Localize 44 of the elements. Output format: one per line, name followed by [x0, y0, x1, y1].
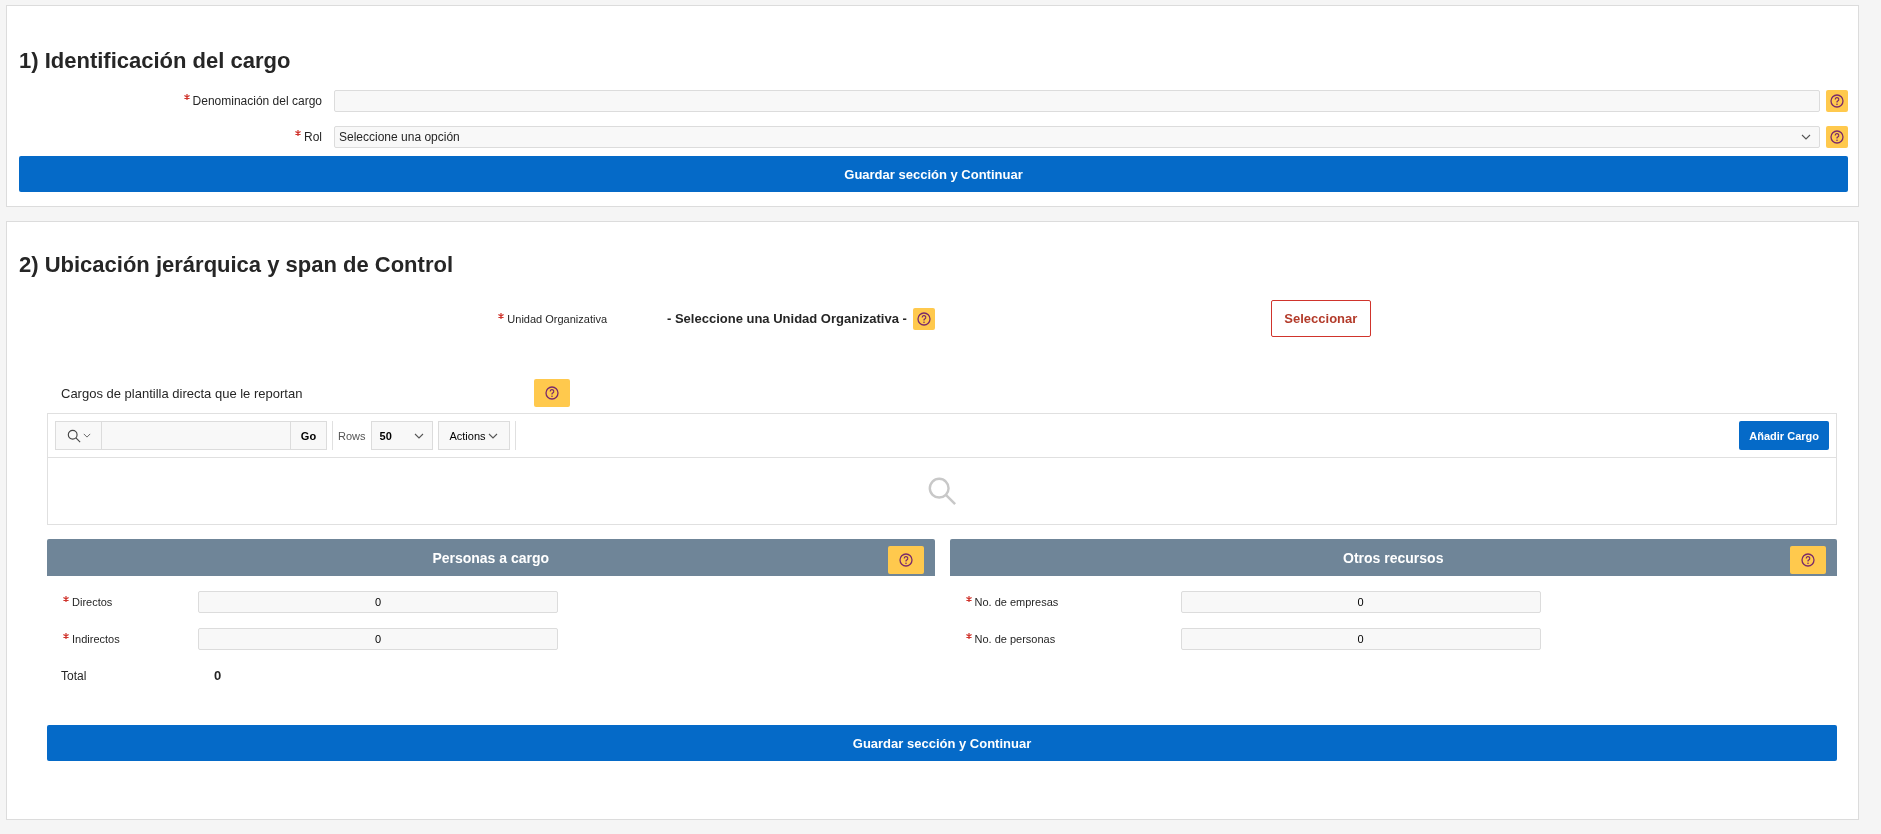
section-title: 1) Identificación del cargo: [19, 48, 292, 74]
help-button[interactable]: [887, 546, 924, 574]
field-label: Indirectos: [72, 633, 120, 645]
role-select[interactable]: Seleccione una opción: [334, 126, 1820, 148]
rows-label: Rows: [338, 429, 366, 442]
number-field[interactable]: 0: [1180, 591, 1541, 613]
add-button[interactable]: Añadir Cargo: [1739, 421, 1829, 450]
help-icon: [1801, 553, 1815, 567]
number-field[interactable]: 0: [198, 628, 558, 650]
help-icon: [545, 386, 559, 400]
total-label: Total: [61, 668, 88, 683]
unit-value: - Seleccione una Unidad Organizativa -: [667, 311, 907, 326]
rows-select[interactable]: 50: [370, 421, 433, 450]
save-continue-button[interactable]: Guardar sección y Continuar: [19, 156, 1848, 192]
help-icon: [1830, 94, 1844, 108]
help-icon: [1830, 130, 1844, 144]
chevron-down-icon: [1801, 134, 1811, 140]
help-button[interactable]: [1826, 126, 1848, 148]
chevron-down-icon: [413, 432, 424, 439]
total-value: 0: [214, 668, 222, 683]
section-title: 2) Ubicación jerárquica y span de Control: [19, 252, 454, 278]
help-icon: [898, 553, 913, 567]
chevron-down-icon: [487, 432, 498, 439]
report-label: Cargos de plantilla directa que le reportan: [61, 385, 304, 401]
field-label: Denominación del cargo: [192, 94, 322, 108]
number-field[interactable]: 0: [198, 591, 558, 613]
field-label: Directos: [72, 596, 113, 608]
help-button[interactable]: [1790, 546, 1826, 574]
field-label: Rol: [304, 130, 322, 144]
field-label: No. de personas: [974, 633, 1056, 645]
panel-title: Otros recursos: [1343, 549, 1444, 566]
input-field[interactable]: [334, 90, 1820, 112]
save-continue-button[interactable]: Guardar sección y Continuar: [47, 725, 1837, 761]
help-button[interactable]: [912, 307, 935, 330]
field-label: No. de empresas: [974, 596, 1059, 608]
select-button[interactable]: Seleccionar: [1270, 300, 1371, 337]
help-button[interactable]: [534, 379, 570, 407]
help-icon: [916, 311, 931, 326]
search-icon: [927, 476, 957, 506]
actions-menu-button[interactable]: Actions: [437, 421, 510, 450]
help-button[interactable]: [1826, 90, 1848, 112]
field-label: Unidad Organizativa: [507, 312, 607, 325]
panel-title: Personas a cargo: [432, 549, 550, 566]
number-field[interactable]: 0: [1180, 628, 1541, 650]
